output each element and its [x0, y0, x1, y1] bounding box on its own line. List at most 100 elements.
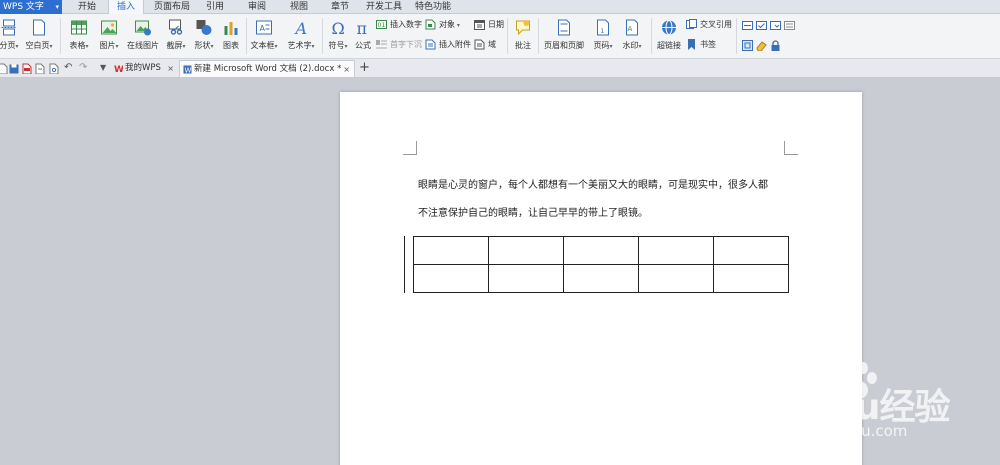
number-icon: 01	[376, 20, 387, 29]
cross-reference-button[interactable]: 交叉引用	[686, 18, 732, 31]
cross-reference-icon	[686, 19, 697, 29]
chevron-down-icon: ▾	[55, 3, 59, 11]
tab-references[interactable]: 引用	[200, 0, 230, 14]
object-button[interactable]: 对象 ▾	[425, 18, 460, 31]
wps-logo-icon: W	[114, 65, 123, 73]
form-field-icon[interactable]	[742, 20, 753, 31]
table-cell[interactable]	[638, 264, 714, 293]
customize-dropdown-icon[interactable]: ▼	[100, 63, 110, 74]
close-icon[interactable]: ×	[343, 61, 350, 78]
checkbox-control-icon[interactable]	[756, 20, 767, 31]
table-cell[interactable]	[563, 236, 639, 265]
tab-view[interactable]: 视图	[284, 0, 314, 14]
chevron-down-icon: ▾	[49, 43, 53, 50]
field-button[interactable]: 域	[474, 38, 496, 51]
svg-text:W: W	[114, 65, 123, 73]
dropdown-control-icon[interactable]	[770, 20, 781, 31]
svg-text:1: 1	[601, 28, 605, 35]
watermark-label: 水印	[622, 41, 639, 50]
online-picture-button[interactable]: 在线图片	[124, 14, 162, 59]
tab-review[interactable]: 审阅	[242, 0, 272, 14]
document-table[interactable]	[413, 236, 789, 293]
chart-button[interactable]: 图表	[218, 14, 244, 59]
bar-chart-icon	[224, 22, 238, 35]
textbox-button[interactable]: A 文本框▾	[248, 14, 280, 59]
table-cell[interactable]	[713, 236, 789, 265]
table-cell[interactable]	[413, 264, 489, 293]
export-pdf-icon[interactable]	[22, 63, 32, 74]
table-left-marker	[404, 236, 405, 293]
doc-tab-current[interactable]: W 新建 Microsoft Word 文档 (2).docx * ×	[179, 60, 355, 77]
textbox-icon: A	[256, 20, 272, 35]
new-tab-plus-icon[interactable]: +	[359, 60, 371, 75]
shape-button[interactable]: 形状▾	[190, 14, 218, 59]
doc-tab-my-wps[interactable]: W 我的WPS ×	[111, 60, 178, 77]
pi-icon: π	[357, 19, 368, 36]
table-row	[413, 264, 789, 293]
tab-home[interactable]: 开始	[72, 0, 102, 14]
tab-insert[interactable]: 插入	[108, 0, 144, 14]
screenshot-button[interactable]: 截屏▾	[162, 14, 190, 59]
table-cell[interactable]	[488, 264, 564, 293]
paragraph-line-2[interactable]: 不注意保护自己的眼睛，让自己早早的带上了眼镜。	[418, 204, 648, 219]
table-cell[interactable]	[413, 236, 489, 265]
chevron-down-icon: ▾	[455, 22, 460, 29]
eraser-icon[interactable]	[756, 40, 767, 51]
undo-icon[interactable]: ↶	[64, 62, 74, 73]
picture-button[interactable]: 图片▾	[94, 14, 124, 59]
header-footer-button[interactable]: 页眉和页脚	[541, 14, 587, 59]
chart-label: 图表	[223, 41, 239, 50]
lock-icon[interactable]	[770, 40, 781, 51]
document-page[interactable]: 眼睛是心灵的窗户，每个人都想有一个美丽又大的眼睛，可是现实中，很多人都 不注意保…	[340, 92, 862, 465]
drop-cap-button[interactable]: 首字下沉	[376, 38, 422, 51]
ribbon-divider	[246, 18, 247, 54]
object-icon	[425, 19, 436, 30]
insert-number-button[interactable]: 01 插入数字	[376, 18, 422, 31]
screenshot-label: 截屏	[166, 41, 183, 50]
close-icon[interactable]: ×	[167, 60, 174, 77]
control-properties-icon[interactable]	[784, 20, 795, 31]
tab-chapter[interactable]: 章节	[325, 0, 355, 14]
textbox-label: 文本框	[250, 41, 275, 50]
table-button[interactable]: 表格▾	[64, 14, 94, 59]
comment-button[interactable]: 批注	[510, 14, 536, 59]
tab-special-features[interactable]: 特色功能	[411, 0, 455, 14]
formula-button[interactable]: π 公式	[352, 14, 374, 59]
page-number-button[interactable]: 1 页码▾	[589, 14, 617, 59]
bookmark-button[interactable]: 书签	[686, 38, 716, 51]
field-label: 域	[488, 40, 496, 49]
picture-label: 图片	[99, 41, 116, 50]
wordart-label: 艺术字	[287, 41, 312, 50]
hyperlink-label: 超链接	[657, 41, 681, 50]
tab-page-layout[interactable]: 页面布局	[150, 0, 194, 14]
tab-developer[interactable]: 开发工具	[364, 0, 404, 14]
header-footer-icon	[558, 19, 570, 36]
hyperlink-button[interactable]: 超链接	[654, 14, 684, 59]
page-break-button[interactable]: 分页▾	[0, 14, 22, 59]
bookmark-icon	[688, 39, 695, 50]
watermark-button[interactable]: A 水印▾	[617, 14, 647, 59]
date-button[interactable]: 日期	[474, 18, 504, 31]
ribbon-divider	[60, 18, 61, 54]
save-icon[interactable]	[9, 63, 19, 74]
symbol-button[interactable]: Ω 符号▾	[324, 14, 352, 59]
table-cell[interactable]	[563, 264, 639, 293]
table-cell[interactable]	[488, 236, 564, 265]
crop-mark	[403, 141, 417, 155]
print-preview-icon[interactable]	[49, 63, 59, 74]
wordart-icon: A	[294, 19, 308, 36]
chevron-down-icon: ▾	[15, 43, 19, 50]
blank-page-button[interactable]: 空白页▾	[22, 14, 56, 59]
table-cell[interactable]	[638, 236, 714, 265]
table-cell[interactable]	[713, 264, 789, 293]
design-mode-icon[interactable]	[742, 40, 753, 51]
insert-attachment-button[interactable]: 插入附件	[425, 38, 471, 51]
wordart-button[interactable]: A 艺术字▾	[282, 14, 320, 59]
online-picture-icon	[135, 20, 151, 36]
app-menu-button[interactable]: WPS 文字 ▾	[0, 0, 62, 14]
comment-label: 批注	[515, 41, 531, 50]
print-icon[interactable]	[35, 63, 45, 74]
new-doc-icon[interactable]	[0, 63, 8, 74]
redo-icon[interactable]: ↷	[79, 62, 89, 73]
paragraph-line-1[interactable]: 眼睛是心灵的窗户，每个人都想有一个美丽又大的眼睛，可是现实中，很多人都	[418, 176, 768, 191]
